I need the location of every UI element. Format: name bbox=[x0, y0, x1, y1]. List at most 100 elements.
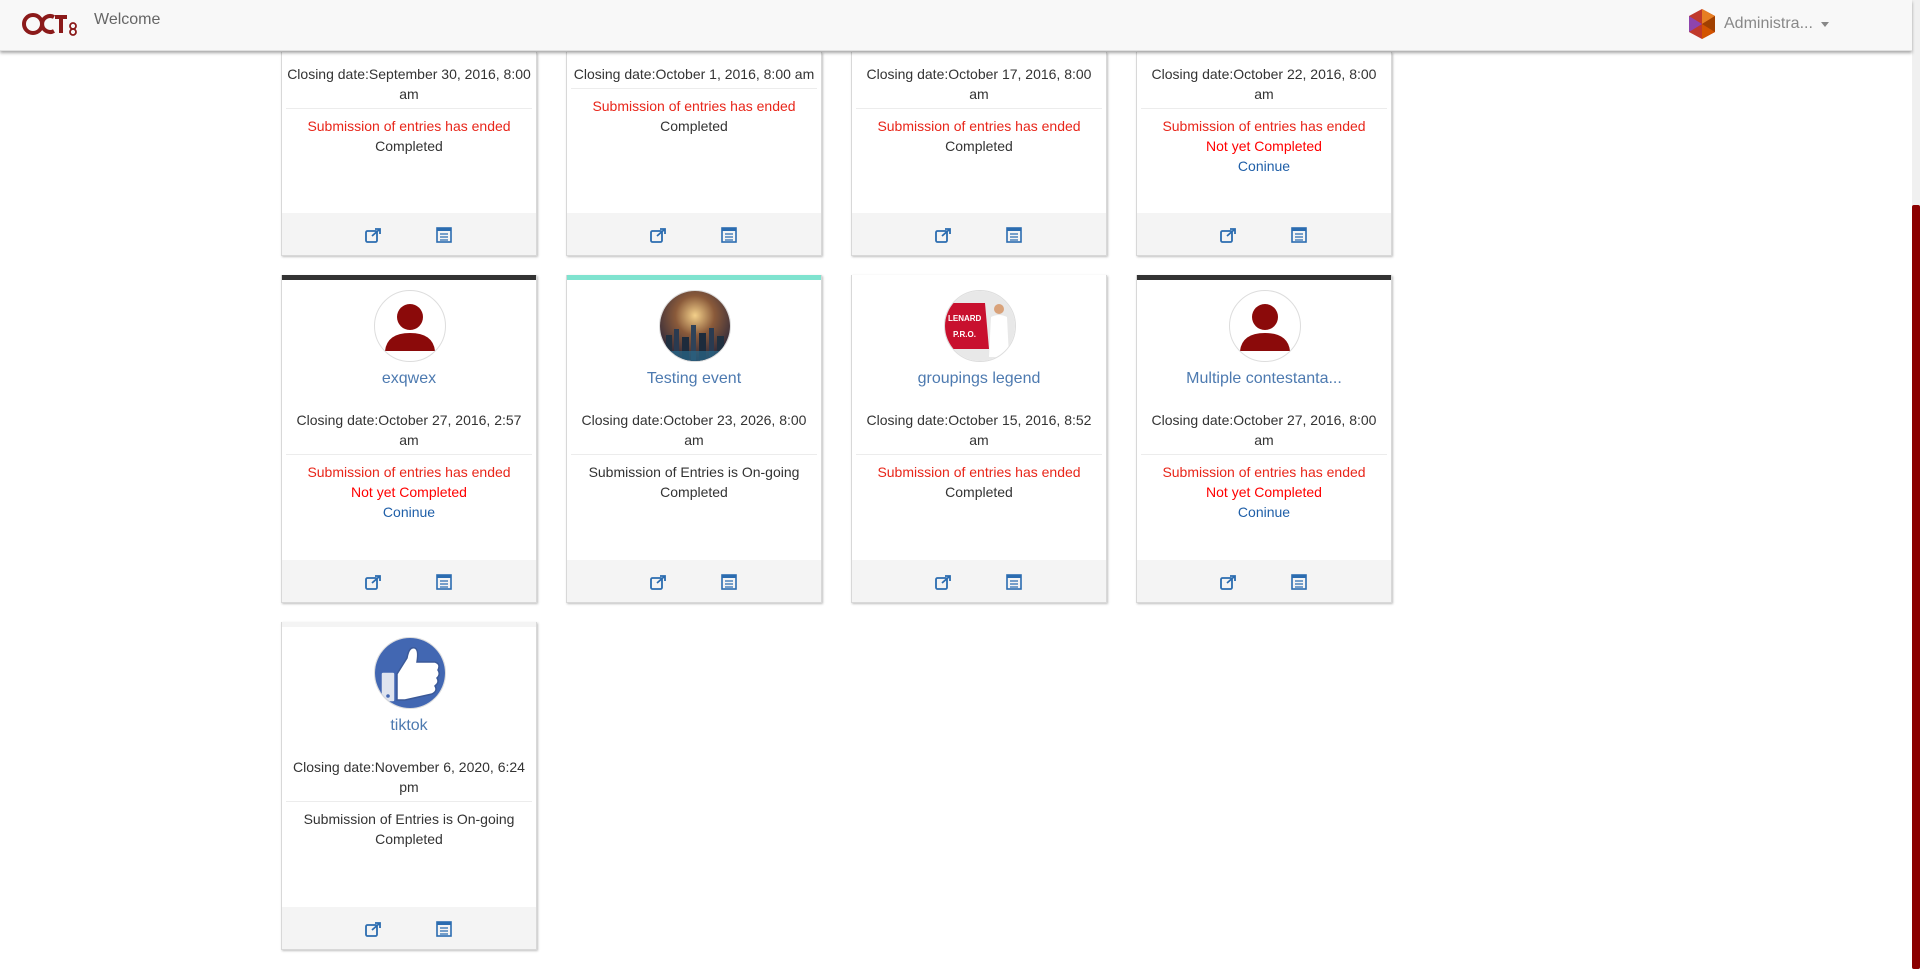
continue-link[interactable]: Coninue bbox=[282, 502, 536, 522]
card-footer bbox=[852, 560, 1106, 602]
event-avatar bbox=[1229, 290, 1301, 362]
event-card: Closing date:October 22, 2016, 8:00 am S… bbox=[1136, 52, 1392, 256]
completion-status: Completed bbox=[375, 831, 443, 847]
closing-date: Closing date:October 27, 2016, 8:00 am bbox=[1141, 410, 1387, 455]
completion-status: Completed bbox=[660, 484, 728, 500]
card-details: Closing date:September 30, 2016, 8:00 am… bbox=[282, 64, 536, 156]
event-name[interactable]: Multiple contestanta... bbox=[1137, 370, 1391, 388]
completion-status: Not yet Completed bbox=[351, 484, 467, 500]
share-icon[interactable] bbox=[364, 226, 382, 244]
list-icon[interactable] bbox=[720, 226, 738, 244]
submission-status: Submission of entries has ended bbox=[1162, 118, 1366, 134]
card-footer bbox=[282, 907, 536, 949]
card-details: Closing date:October 15, 2016, 8:52 am S… bbox=[852, 410, 1106, 502]
share-icon[interactable] bbox=[1219, 573, 1237, 591]
user-avatar[interactable] bbox=[1686, 8, 1718, 40]
submission-status: Submission of entries has ended bbox=[1162, 464, 1366, 480]
event-card: Testing event Closing date:October 23, 2… bbox=[566, 275, 822, 603]
event-card: Closing date:September 30, 2016, 8:00 am… bbox=[281, 52, 537, 256]
closing-date: Closing date:October 22, 2016, 8:00 am bbox=[1141, 64, 1387, 109]
card-details: Closing date:October 23, 2026, 8:00 am S… bbox=[567, 410, 821, 502]
chevron-down-icon[interactable] bbox=[1820, 21, 1829, 27]
card-top-bar bbox=[282, 275, 536, 280]
list-icon[interactable] bbox=[435, 920, 453, 938]
closing-date: Closing date:September 30, 2016, 8:00 am bbox=[286, 64, 532, 109]
list-icon[interactable] bbox=[435, 573, 453, 591]
thumbs-up-icon bbox=[375, 638, 445, 708]
card-details: Closing date:October 27, 2016, 8:00 am S… bbox=[1137, 410, 1391, 522]
completion-status: Completed bbox=[945, 484, 1013, 500]
card-footer bbox=[1137, 213, 1391, 255]
closing-date: Closing date:October 1, 2016, 8:00 am bbox=[571, 64, 817, 89]
list-icon[interactable] bbox=[1005, 226, 1023, 244]
user-name[interactable]: Administra... bbox=[1724, 15, 1813, 33]
share-icon[interactable] bbox=[649, 226, 667, 244]
card-details: Closing date:October 1, 2016, 8:00 am Su… bbox=[567, 64, 821, 136]
card-details: Closing date:November 6, 2020, 6:24 pm S… bbox=[282, 757, 536, 849]
closing-date: Closing date:October 15, 2016, 8:52 am bbox=[856, 410, 1102, 455]
closing-date: Closing date:November 6, 2020, 6:24 pm bbox=[286, 757, 532, 802]
card-top-bar bbox=[282, 622, 536, 627]
share-icon[interactable] bbox=[934, 226, 952, 244]
top-navbar: Welcome Administra... bbox=[0, 0, 1912, 51]
user-silhouette-icon bbox=[1240, 304, 1290, 351]
card-footer bbox=[282, 213, 536, 255]
card-footer bbox=[1137, 560, 1391, 602]
share-icon[interactable] bbox=[934, 573, 952, 591]
card-footer bbox=[852, 213, 1106, 255]
continue-link[interactable]: Coninue bbox=[1137, 502, 1391, 522]
list-icon[interactable] bbox=[435, 226, 453, 244]
svg-text:LENARD: LENARD bbox=[948, 314, 982, 323]
card-details: Closing date:October 17, 2016, 8:00 am S… bbox=[852, 64, 1106, 156]
submission-status: Submission of entries has ended bbox=[592, 98, 796, 114]
card-footer bbox=[567, 560, 821, 602]
user-silhouette-icon bbox=[385, 304, 435, 351]
list-icon[interactable] bbox=[1005, 573, 1023, 591]
app-logo[interactable] bbox=[22, 11, 80, 37]
submission-status: Submission of entries has ended bbox=[307, 118, 511, 134]
card-footer bbox=[282, 560, 536, 602]
event-name[interactable]: Testing event bbox=[567, 370, 821, 388]
card-details: Closing date:October 22, 2016, 8:00 am S… bbox=[1137, 64, 1391, 176]
event-name[interactable]: exqwex bbox=[282, 370, 536, 388]
user-menu[interactable]: Administra... bbox=[1686, 7, 1829, 41]
closing-date: Closing date:October 17, 2016, 8:00 am bbox=[856, 64, 1102, 109]
poster-image: LENARD P.R.O. bbox=[945, 291, 1015, 361]
event-avatar bbox=[374, 637, 446, 709]
share-icon[interactable] bbox=[1219, 226, 1237, 244]
submission-status: Submission of Entries is On-going bbox=[303, 811, 515, 827]
share-icon[interactable] bbox=[649, 573, 667, 591]
svg-text:P.R.O.: P.R.O. bbox=[953, 330, 976, 339]
event-avatar bbox=[659, 290, 731, 362]
event-avatar bbox=[374, 290, 446, 362]
list-icon[interactable] bbox=[1290, 573, 1308, 591]
card-footer bbox=[567, 213, 821, 255]
event-card: Closing date:October 1, 2016, 8:00 am Su… bbox=[566, 52, 822, 256]
event-card: exqwex Closing date:October 27, 2016, 2:… bbox=[281, 275, 537, 603]
event-card: Multiple contestanta... Closing date:Oct… bbox=[1136, 275, 1392, 603]
share-icon[interactable] bbox=[364, 573, 382, 591]
share-icon[interactable] bbox=[364, 920, 382, 938]
submission-status: Submission of Entries is On-going bbox=[588, 464, 800, 480]
continue-link[interactable]: Coninue bbox=[1137, 156, 1391, 176]
event-avatar: LENARD P.R.O. bbox=[944, 290, 1016, 362]
card-top-bar bbox=[567, 275, 821, 280]
card-details: Closing date:October 27, 2016, 2:57 am S… bbox=[282, 410, 536, 522]
completion-status: Completed bbox=[375, 138, 443, 154]
list-icon[interactable] bbox=[720, 573, 738, 591]
card-top-bar bbox=[1137, 275, 1391, 280]
completion-status: Not yet Completed bbox=[1206, 484, 1322, 500]
scrollbar-thumb[interactable] bbox=[1912, 205, 1920, 969]
closing-date: Closing date:October 23, 2026, 8:00 am bbox=[571, 410, 817, 455]
event-card: LENARD P.R.O. groupings legend Closing d… bbox=[851, 275, 1107, 603]
completion-status: Not yet Completed bbox=[1206, 138, 1322, 154]
event-name[interactable]: tiktok bbox=[282, 717, 536, 735]
page-title: Welcome bbox=[94, 11, 161, 28]
city-night-image bbox=[660, 291, 730, 361]
event-name[interactable]: groupings legend bbox=[852, 370, 1106, 388]
completion-status: Completed bbox=[660, 118, 728, 134]
submission-status: Submission of entries has ended bbox=[877, 118, 1081, 134]
submission-status: Submission of entries has ended bbox=[307, 464, 511, 480]
list-icon[interactable] bbox=[1290, 226, 1308, 244]
submission-status: Submission of entries has ended bbox=[877, 464, 1081, 480]
